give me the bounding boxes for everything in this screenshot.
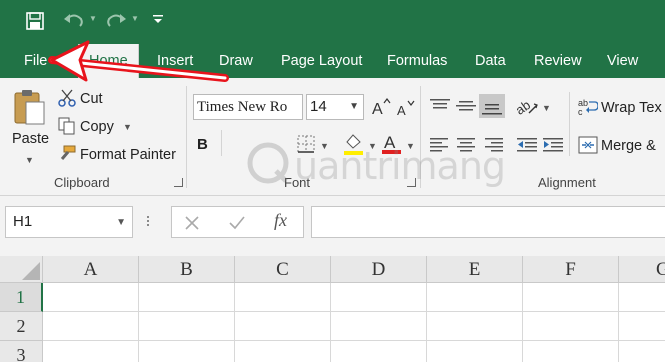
column-header-f[interactable]: F: [523, 256, 619, 283]
column-header-d[interactable]: D: [331, 256, 427, 283]
spreadsheet-grid: A B C D E F G 1 2 3: [0, 256, 665, 362]
save-icon[interactable]: [26, 12, 44, 33]
top-align-icon[interactable]: [430, 98, 450, 117]
row-header-1[interactable]: 1: [0, 283, 43, 312]
resize-handle[interactable]: [147, 214, 151, 230]
align-center-icon[interactable]: [456, 137, 476, 156]
format-painter-icon: [58, 145, 76, 166]
chevron-down-icon: ▼: [349, 101, 359, 112]
name-box-value: H1: [13, 213, 33, 230]
redo-dropdown-icon[interactable]: ▼: [131, 14, 139, 23]
tab-page-layout[interactable]: Page Layout: [281, 44, 362, 78]
svg-text:A: A: [397, 103, 406, 118]
cancel-icon[interactable]: [184, 215, 200, 234]
decrease-indent-icon[interactable]: [517, 137, 537, 156]
copy-icon: [58, 117, 76, 138]
row-header-3[interactable]: 3: [0, 341, 43, 362]
increase-indent-icon[interactable]: [543, 137, 563, 156]
merge-center-button[interactable]: Merge &: [601, 138, 656, 154]
gridline: [426, 283, 427, 362]
gridline: [234, 283, 235, 362]
copy-dropdown-icon[interactable]: ▼: [123, 122, 132, 132]
align-left-icon[interactable]: [430, 137, 450, 156]
formula-bar: H1 ▼ fx: [0, 196, 665, 256]
format-painter-button[interactable]: Format Painter: [80, 147, 176, 163]
gridline: [330, 283, 331, 362]
enter-icon[interactable]: [228, 215, 246, 234]
orientation-icon[interactable]: ab: [513, 94, 539, 121]
column-header-g[interactable]: G: [619, 256, 665, 283]
gridline: [522, 283, 523, 362]
column-header-e[interactable]: E: [427, 256, 523, 283]
merge-center-icon: [578, 136, 598, 157]
font-color-dropdown-icon[interactable]: ▼: [406, 141, 415, 151]
formula-input[interactable]: [311, 206, 665, 238]
font-size-value: 14: [310, 98, 327, 115]
chevron-down-icon[interactable]: ▼: [116, 208, 126, 238]
annotation-arrow-icon: [48, 40, 229, 82]
svg-text:c: c: [578, 107, 583, 116]
font-size-combo[interactable]: 14 ▼: [306, 94, 364, 120]
middle-align-icon[interactable]: [456, 98, 476, 117]
tab-view[interactable]: View: [607, 44, 638, 78]
decrease-font-size-icon[interactable]: A: [396, 99, 416, 122]
font-row-separator: [221, 130, 222, 156]
paste-button[interactable]: Paste: [12, 131, 49, 147]
gridline: [138, 283, 139, 362]
tab-formulas[interactable]: Formulas: [387, 44, 447, 78]
group-separator: [420, 86, 421, 188]
font-name-value: Times New Ro: [197, 99, 288, 115]
fill-color-icon[interactable]: [343, 132, 365, 159]
clipboard-group-label: Clipboard: [54, 175, 110, 190]
fill-color-dropdown-icon[interactable]: ▼: [368, 141, 377, 151]
undo-icon[interactable]: [63, 11, 85, 32]
gridline: [618, 283, 619, 362]
wrap-text-button[interactable]: Wrap Tex: [601, 100, 662, 116]
formula-buttons: fx: [171, 206, 304, 238]
undo-dropdown-icon[interactable]: ▼: [89, 14, 97, 23]
align-right-icon[interactable]: [483, 137, 503, 156]
svg-text:A: A: [372, 101, 383, 117]
font-group-label: Font: [284, 175, 311, 190]
bold-button[interactable]: B: [197, 136, 208, 153]
gridline: [43, 340, 665, 341]
svg-text:ab: ab: [515, 97, 533, 118]
group-separator: [186, 86, 187, 188]
alignment-group-label: Alignment: [538, 175, 596, 190]
bottom-align-icon[interactable]: [479, 94, 505, 118]
borders-dropdown-icon[interactable]: ▼: [320, 141, 329, 151]
font-color-icon[interactable]: A: [381, 131, 403, 159]
column-header-a[interactable]: A: [43, 256, 139, 283]
clipboard-dialog-launcher[interactable]: [174, 178, 183, 187]
insert-function-icon[interactable]: fx: [274, 210, 287, 231]
orientation-dropdown-icon[interactable]: ▼: [542, 103, 551, 113]
tab-data[interactable]: Data: [475, 44, 506, 78]
gridline: [43, 311, 665, 312]
customize-qat-icon[interactable]: [152, 12, 164, 28]
redo-icon[interactable]: [105, 11, 127, 32]
row-header-2[interactable]: 2: [0, 312, 43, 341]
increase-font-size-icon[interactable]: A: [371, 97, 391, 120]
tab-review[interactable]: Review: [534, 44, 582, 78]
alignment-separator: [569, 92, 570, 156]
svg-text:A: A: [384, 133, 396, 152]
paste-dropdown-icon[interactable]: ▼: [25, 155, 34, 165]
borders-icon[interactable]: [297, 135, 315, 156]
wrap-text-icon: ab c: [578, 98, 599, 119]
name-box[interactable]: H1 ▼: [5, 206, 133, 238]
select-all-corner[interactable]: [0, 256, 43, 283]
column-header-b[interactable]: B: [139, 256, 235, 283]
copy-button[interactable]: Copy: [80, 119, 114, 135]
column-header-c[interactable]: C: [235, 256, 331, 283]
font-dialog-launcher[interactable]: [407, 178, 416, 187]
